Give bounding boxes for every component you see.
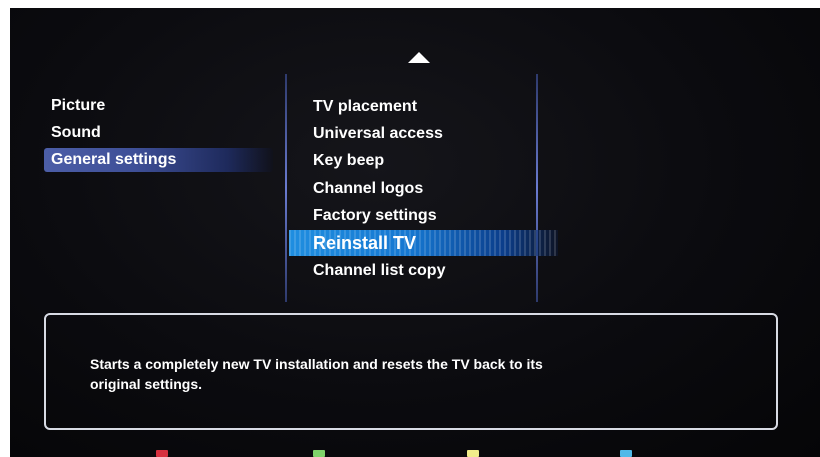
submenu-item-key-beep[interactable]: Key beep	[289, 149, 558, 173]
scroll-up-icon[interactable]	[408, 52, 430, 63]
description-text: Starts a completely new TV installation …	[90, 356, 543, 392]
submenu-item-channel-logos[interactable]: Channel logos	[289, 177, 558, 201]
menu-item-sound[interactable]: Sound	[44, 121, 273, 145]
submenu-item-tv-placement[interactable]: TV placement	[289, 95, 558, 119]
submenu-item-universal-access[interactable]: Universal access	[289, 122, 558, 146]
menu-item-general-settings[interactable]: General settings	[44, 148, 273, 172]
red-key-icon[interactable]	[156, 450, 168, 457]
submenu-item-channel-list-copy[interactable]: Channel list copy	[289, 259, 558, 283]
blue-key-icon[interactable]	[620, 450, 632, 457]
yellow-key-icon[interactable]	[467, 450, 479, 457]
submenu-item-factory-settings[interactable]: Factory settings	[289, 204, 558, 228]
menu-item-picture[interactable]: Picture	[44, 94, 273, 118]
tv-screen: Picture Sound General settings TV placem…	[10, 8, 820, 457]
green-key-icon[interactable]	[313, 450, 325, 457]
description-panel: Starts a completely new TV installation …	[44, 313, 778, 430]
submenu-item-reinstall-tv[interactable]: Reinstall TV	[289, 230, 558, 256]
column-divider-left	[285, 74, 287, 302]
